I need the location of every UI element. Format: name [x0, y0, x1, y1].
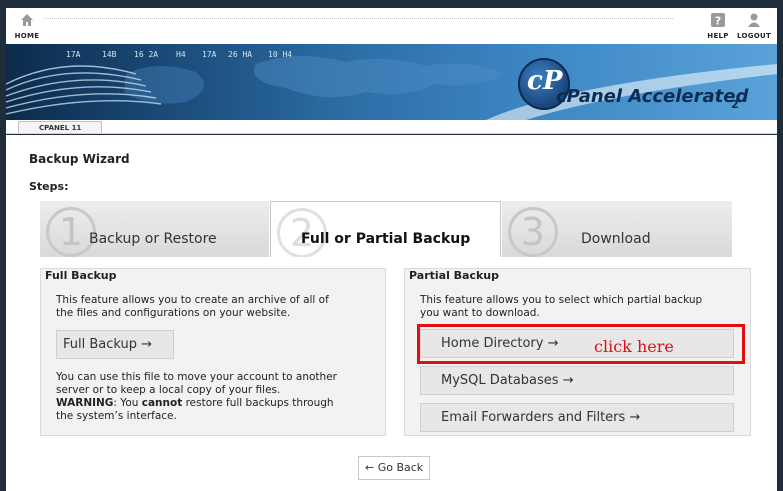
note-line: You can use this file to move your accou… — [56, 371, 337, 383]
brand-name: cPanel Accelerated — [556, 86, 749, 107]
email-forwarders-filters-button[interactable]: Email Forwarders and Filters → — [420, 403, 734, 432]
ticker-text: 14B — [102, 50, 117, 59]
user-icon — [746, 12, 762, 28]
full-backup-heading: Full Backup — [45, 269, 117, 282]
go-back-button[interactable]: ← Go Back — [358, 456, 431, 480]
warning-text: : You — [113, 397, 142, 409]
logout-nav[interactable]: LOGOUT — [736, 12, 772, 40]
step-tab-full-or-partial[interactable]: 2 Full or Partial Backup — [270, 201, 501, 257]
home-label: HOME — [14, 32, 40, 40]
home-directory-button[interactable]: Home Directory → — [420, 329, 734, 358]
ticker-text: H4 — [176, 50, 186, 59]
step-tab-download[interactable]: 3 Download — [502, 201, 732, 257]
top-toolbar: HOME ? HELP LOGOUT — [6, 8, 777, 44]
full-backup-note: You can use this file to move your accou… — [56, 371, 337, 423]
step-label: Backup or Restore — [89, 231, 217, 247]
description-line: This feature allows you to select which … — [420, 294, 703, 306]
partial-backup-heading: Partial Backup — [409, 269, 500, 282]
svg-text:?: ? — [715, 15, 721, 28]
warning-label: WARNING — [56, 397, 114, 409]
ticker-text: 17A — [66, 50, 81, 59]
ticker-text: 10 H4 — [268, 50, 293, 59]
ticker-text: 16 2A — [134, 50, 159, 59]
steps-label: Steps: — [29, 180, 69, 193]
step-label: Download — [581, 231, 651, 247]
help-label: HELP — [707, 32, 729, 40]
description-line: This feature allows you to create an arc… — [56, 294, 329, 306]
page-title: Backup Wizard — [29, 152, 130, 166]
warning-text: restore full backups through — [182, 397, 334, 409]
brand-version: 2 — [731, 98, 739, 111]
help-icon: ? — [710, 12, 726, 28]
toolbar-divider — [44, 18, 673, 19]
note-line: server or to keep a local copy of your f… — [56, 384, 281, 396]
step-number-icon: 3 — [508, 207, 558, 257]
ticker-text: 26 HA — [228, 50, 253, 59]
description-line: the files and configurations on your web… — [56, 307, 291, 319]
banner-art — [6, 55, 777, 120]
version-strip: CPANEL 11 — [6, 120, 777, 134]
warning-emphasis: cannot — [141, 397, 183, 409]
warning-line: WARNING: You cannot restore full backups… — [56, 397, 337, 410]
full-backup-button[interactable]: Full Backup → — [56, 330, 174, 359]
partial-backup-description: This feature allows you to select which … — [420, 294, 702, 320]
full-backup-description: This feature allows you to create an arc… — [56, 294, 329, 320]
partial-backup-panel: Partial Backup This feature allows you t… — [404, 268, 751, 436]
mysql-databases-button[interactable]: MySQL Databases → — [420, 366, 734, 395]
cpanel-banner: 17A 14B 16 2A H4 17A 26 HA 10 H4 cP cPan… — [6, 44, 777, 120]
description-line: you want to download. — [420, 307, 540, 319]
help-nav[interactable]: ? HELP — [700, 12, 736, 40]
home-icon — [19, 12, 35, 28]
full-backup-panel: Full Backup This feature allows you to c… — [40, 268, 386, 436]
step-tab-backup-or-restore[interactable]: 1 Backup or Restore — [40, 201, 269, 257]
main-content: Backup Wizard Steps: 1 Backup or Restore… — [6, 135, 777, 491]
version-tab: CPANEL 11 — [18, 121, 103, 133]
logout-label: LOGOUT — [736, 32, 772, 40]
step-label: Full or Partial Backup — [301, 231, 471, 247]
annotation-click-here: click here — [594, 337, 674, 356]
note-line: the system’s interface. — [56, 410, 177, 422]
ticker-text: 17A — [202, 50, 217, 59]
home-nav[interactable]: HOME — [9, 12, 45, 40]
